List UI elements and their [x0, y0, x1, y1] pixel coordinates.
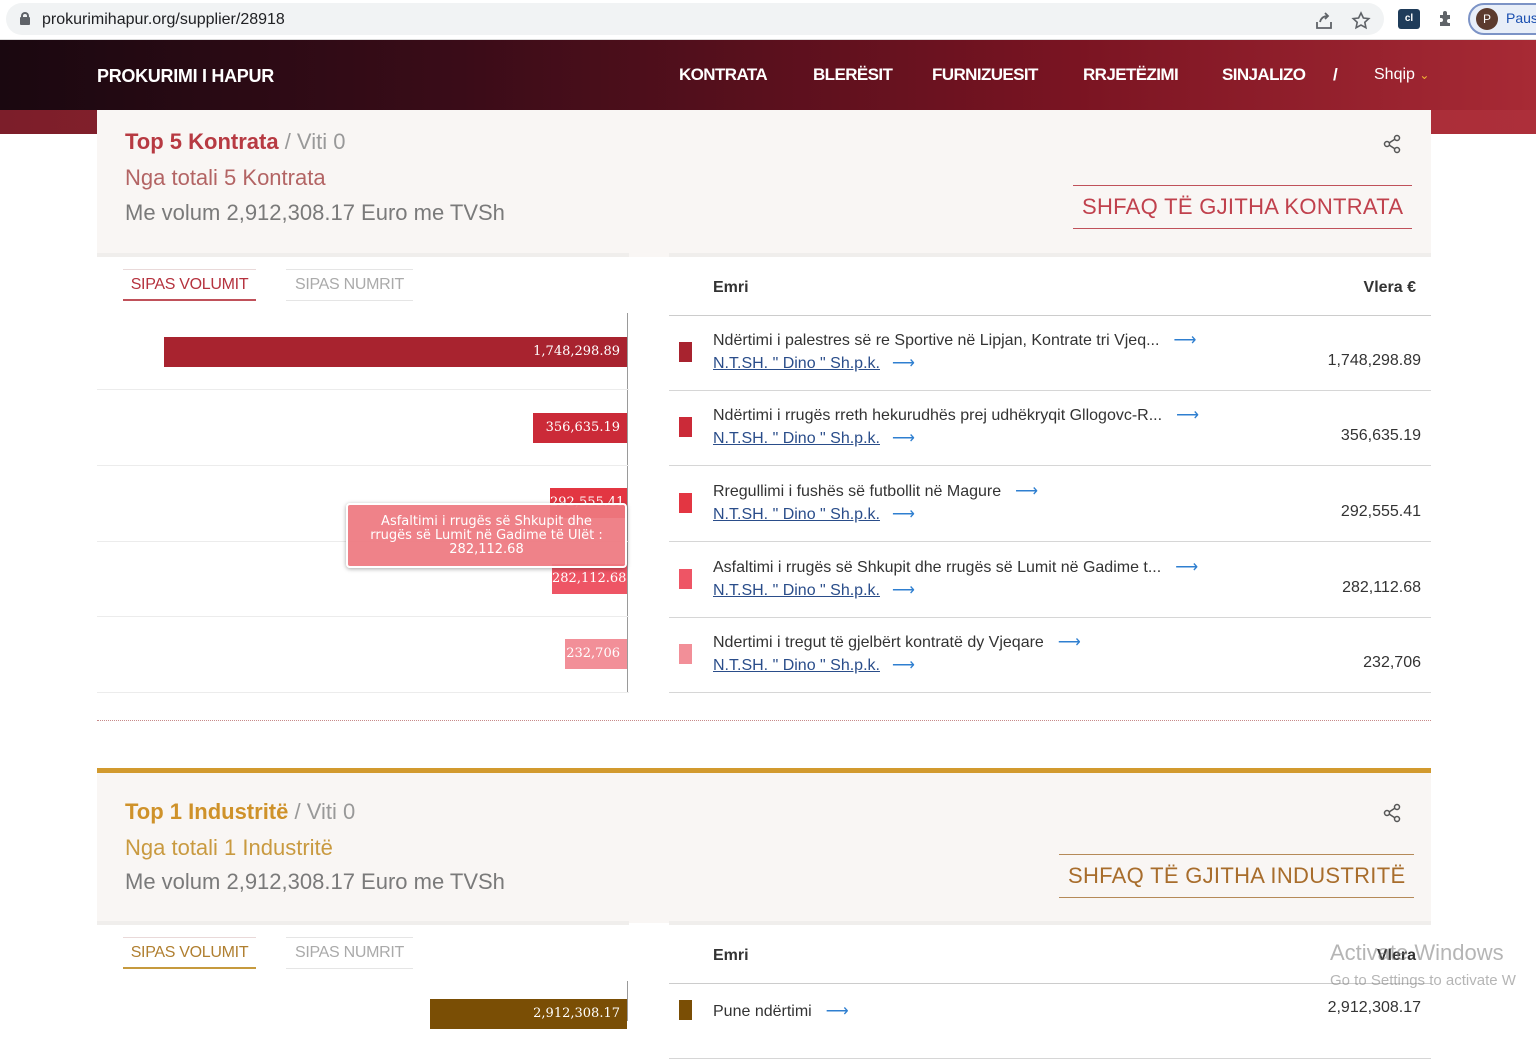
- industries-table: Emri Vlera Pune ndërtimi ⟶ 2,912,308.17: [669, 921, 1431, 1059]
- arrow-right-icon[interactable]: ⟶: [892, 580, 915, 600]
- show-all-industries-button[interactable]: SHFAQ TË GJITHA INDUSTRITË: [1059, 854, 1415, 898]
- bookmark-star-icon[interactable]: [1351, 11, 1371, 37]
- contract-name-link[interactable]: Asfaltimi i rrugës së Shkupit dhe rrugës…: [713, 557, 1198, 577]
- avatar: P: [1476, 8, 1498, 30]
- table-row: Pune ndërtimi ⟶ 2,912,308.17: [669, 984, 1431, 1059]
- arrow-right-icon[interactable]: ⟶: [892, 655, 915, 675]
- arrow-right-icon[interactable]: ⟶: [1015, 483, 1038, 500]
- arrow-right-icon[interactable]: ⟶: [1175, 559, 1198, 576]
- supplier-link[interactable]: N.T.SH. " Dino " Sh.p.k. ⟶: [713, 504, 915, 524]
- legend-swatch: [679, 417, 692, 437]
- tab-by-volume[interactable]: SIPAS VOLUMIT: [123, 269, 256, 301]
- contract-name-link[interactable]: Ndërtimi i rrugës rreth hekurudhës prej …: [713, 405, 1199, 425]
- tab-by-count[interactable]: SIPAS NUMRIT: [286, 269, 413, 301]
- industry-name-link[interactable]: Pune ndërtimi ⟶: [713, 1001, 849, 1021]
- show-all-contracts-button[interactable]: SHFAQ TË GJITHA KONTRATA: [1073, 185, 1413, 229]
- tab-by-volume[interactable]: SIPAS VOLUMIT: [123, 937, 256, 969]
- chart-gridline: [97, 692, 629, 693]
- arrow-right-icon[interactable]: ⟶: [1176, 407, 1199, 424]
- share-icon[interactable]: [1382, 134, 1402, 154]
- industries-volume: Me volum 2,912,308.17 Euro me TVSh: [125, 869, 505, 894]
- supplier-link[interactable]: N.T.SH. " Dino " Sh.p.k. ⟶: [713, 353, 915, 373]
- supplier-link[interactable]: N.T.SH. " Dino " Sh.p.k. ⟶: [713, 580, 915, 600]
- arrow-right-icon[interactable]: ⟶: [892, 428, 915, 448]
- tab-by-count[interactable]: SIPAS NUMRIT: [286, 937, 413, 969]
- column-header-name[interactable]: Emri: [713, 947, 749, 965]
- extension-cl-icon[interactable]: cl: [1398, 9, 1420, 29]
- contract-value: 292,555.41: [1340, 503, 1421, 520]
- chart-tooltip: Asfaltimi i rrugës së Shkupit dhe rrugës…: [346, 503, 627, 568]
- arrow-right-icon[interactable]: ⟶: [1173, 332, 1196, 349]
- legend-swatch: [679, 342, 692, 362]
- contract-value: 232,706: [1363, 654, 1421, 671]
- browser-toolbar: prokurimihapur.org/supplier/28918 cl P P…: [0, 0, 1536, 40]
- site-logo[interactable]: PROKURIMI I HAPUR: [97, 66, 274, 87]
- industries-chart-panel: SIPAS VOLUMIT SIPAS NUMRIT 2,912,308.17: [97, 921, 629, 1029]
- table-row: Rregullimi i fushës së futbollit në Magu…: [669, 467, 1431, 542]
- nav-furnizuesit[interactable]: FURNIZUESIT: [932, 65, 1038, 85]
- url-text[interactable]: prokurimihapur.org/supplier/28918: [42, 11, 285, 29]
- share-icon[interactable]: [1382, 803, 1402, 823]
- contract-name-link[interactable]: Ndertimi i tregut të gjelbërt kontratë d…: [713, 632, 1081, 652]
- contracts-subtitle: Nga totali 5 Kontrata: [125, 165, 326, 190]
- chart-bar[interactable]: 1,748,298.89: [164, 337, 627, 367]
- table-row: Asfaltimi i rrugës së Shkupit dhe rrugës…: [669, 543, 1431, 618]
- supplier-link[interactable]: N.T.SH. " Dino " Sh.p.k. ⟶: [713, 428, 915, 448]
- language-label: Shqip: [1374, 66, 1415, 83]
- contract-name-link[interactable]: Rregullimi i fushës së futbollit në Magu…: [713, 481, 1038, 501]
- lock-icon: [20, 12, 30, 25]
- nav-separator: /: [1333, 65, 1338, 84]
- industry-value: 2,912,308.17: [1327, 999, 1421, 1016]
- section-separator: [97, 720, 1431, 721]
- arrow-right-icon[interactable]: ⟶: [826, 1003, 849, 1020]
- chart-axis-line: [627, 313, 628, 693]
- chart-bar[interactable]: 232,706: [565, 639, 627, 669]
- share-page-icon[interactable]: [1314, 11, 1334, 37]
- supplier-link[interactable]: N.T.SH. " Dino " Sh.p.k. ⟶: [713, 655, 915, 675]
- nav-bleresit[interactable]: BLERËSIT: [813, 65, 893, 85]
- contracts-chart-panel: SIPAS VOLUMIT SIPAS NUMRIT 1,748,298.89 3…: [97, 253, 629, 693]
- chart-gridline: [97, 465, 629, 466]
- contracts-title: Top 5 Kontrata / Viti 0: [125, 129, 346, 154]
- nav-kontrata[interactable]: KONTRATA: [679, 65, 768, 85]
- contract-value: 1,748,298.89: [1327, 352, 1421, 369]
- chart-axis-line: [627, 981, 628, 1021]
- chart-bar[interactable]: 282,112.68: [552, 564, 627, 594]
- contract-value: 356,635.19: [1340, 427, 1421, 444]
- arrow-right-icon[interactable]: ⟶: [892, 353, 915, 373]
- address-bar[interactable]: prokurimihapur.org/supplier/28918: [6, 3, 1384, 35]
- legend-swatch: [679, 644, 692, 664]
- chart-gridline: [97, 616, 629, 617]
- contract-value: 282,112.68: [1342, 579, 1421, 596]
- chart-bar[interactable]: 2,912,308.17: [430, 999, 627, 1029]
- nav-rrjetezimi[interactable]: RRJETËZIMI: [1083, 65, 1179, 85]
- profile-button[interactable]: P Paus: [1468, 3, 1536, 35]
- arrow-right-icon[interactable]: ⟶: [892, 504, 915, 524]
- legend-swatch: [679, 493, 692, 513]
- column-header-name[interactable]: Emri: [713, 279, 749, 297]
- contract-name-link[interactable]: Ndërtimi i palestres së re Sportive në L…: [713, 330, 1196, 350]
- nav-sinjalizo[interactable]: SINJALIZO: [1222, 65, 1306, 85]
- column-header-value[interactable]: Vlera €: [1364, 279, 1416, 297]
- table-row: Ndërtimi i palestres së re Sportive në L…: [669, 316, 1431, 391]
- language-selector[interactable]: Shqip ⌄: [1374, 66, 1429, 84]
- profile-status-label: Paus: [1506, 10, 1536, 26]
- contracts-volume: Me volum 2,912,308.17 Euro me TVSh: [125, 200, 505, 225]
- industries-summary-card: Top 1 Industritë / Viti 0 Nga totali 1 I…: [97, 768, 1431, 923]
- contracts-summary-card: Top 5 Kontrata / Viti 0 Nga totali 5 Kon…: [97, 110, 1431, 257]
- table-row: Ndertimi i tregut të gjelbërt kontratë d…: [669, 618, 1431, 693]
- legend-swatch: [679, 1000, 692, 1020]
- arrow-right-icon[interactable]: ⟶: [1058, 634, 1081, 651]
- chart-gridline: [97, 389, 629, 390]
- extensions-puzzle-icon[interactable]: [1436, 8, 1456, 34]
- contracts-table: Emri Vlera € Ndërtimi i palestres së re …: [669, 253, 1431, 693]
- table-row: Ndërtimi i rrugës rreth hekurudhës prej …: [669, 391, 1431, 466]
- chart-bar[interactable]: 356,635.19: [533, 413, 627, 443]
- industries-subtitle: Nga totali 1 Industritë: [125, 835, 333, 860]
- windows-activation-watermark: Activate Windows Go to Settings to activ…: [1330, 940, 1516, 989]
- site-header: PROKURIMI I HAPUR KONTRATA BLERËSIT FURN…: [0, 40, 1536, 110]
- legend-swatch: [679, 569, 692, 589]
- chevron-down-icon: ⌄: [1419, 68, 1430, 82]
- industries-title: Top 1 Industritë / Viti 0: [125, 799, 356, 824]
